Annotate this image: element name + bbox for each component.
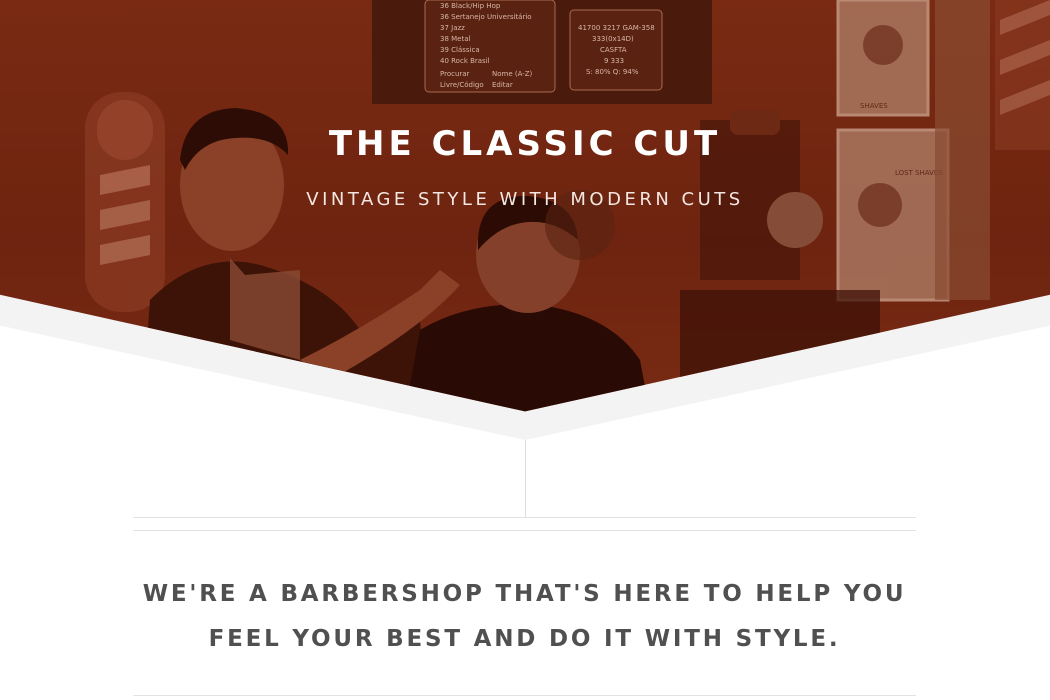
tv-menu-line: 36 Sertanejo Universitário: [440, 13, 532, 21]
tv-menu-line: 36 Black/Hip Hop: [440, 2, 501, 10]
intro-heading: WE'RE A BARBERSHOP THAT'S HERE TO HELP Y…: [142, 581, 907, 652]
tv-stat: 9 333: [604, 57, 624, 65]
tv-stat: 333(0x14D): [592, 35, 634, 43]
section-divider-bottom: [133, 695, 916, 696]
poster-caption: SHAVES: [860, 102, 888, 110]
tv-legend-item: Editar: [492, 81, 513, 89]
tv-menu-line: 37 Jazz: [440, 24, 465, 32]
tv-menu-line: 38 Metal: [440, 35, 471, 43]
tv-stat: CASFTA: [600, 46, 627, 54]
tv-legend-item: Procurar: [440, 70, 470, 78]
tv-menu-line: 39 Clássica: [440, 46, 480, 54]
tv-menu-line: 40 Rock Brasil: [440, 57, 490, 65]
tv-legend-item: Nome (A-Z): [492, 70, 533, 78]
barbershop-photo: 36 Black/Hip Hop 36 Sertanejo Universitá…: [85, 0, 1050, 412]
hero-banner: 36 Black/Hip Hop 36 Sertanejo Universitá…: [0, 0, 1050, 440]
tv-legend-item: Livre/Código: [440, 81, 484, 89]
hero-background: 36 Black/Hip Hop 36 Sertanejo Universitá…: [0, 0, 1050, 412]
center-divider-line: [525, 440, 526, 518]
tv-stat: S: 80% Q: 94%: [586, 68, 639, 76]
hero-title: THE CLASSIC CUT: [328, 124, 722, 164]
section-divider-top: [133, 517, 916, 518]
tv-stat: 41700 3217 GAM-358: [578, 24, 655, 32]
hero-subtitle: VINTAGE STYLE WITH MODERN CUTS: [306, 189, 744, 210]
section-divider-top-inner: [133, 530, 916, 531]
landing-page: 36 Black/Hip Hop 36 Sertanejo Universitá…: [0, 0, 1050, 700]
